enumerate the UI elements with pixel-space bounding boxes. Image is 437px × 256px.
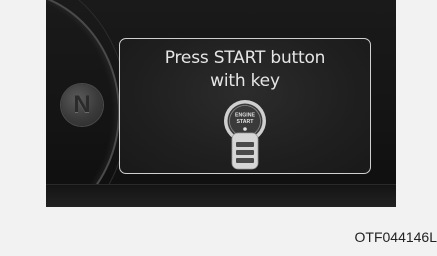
message-line-2: with key (210, 71, 280, 91)
engine-start-button-icon: ENGINE START (224, 100, 266, 170)
warning-message-panel: Press START button with key ENGINE START (119, 38, 371, 174)
gear-position-indicator: N (61, 84, 103, 126)
figure-code: OTF044146L (354, 229, 437, 245)
message-line-1: Press START button (164, 48, 326, 68)
smart-key-icon (231, 132, 259, 170)
engine-start-label-1: ENGINE (235, 113, 255, 119)
instrument-cluster-display: N Press START button with key ENGINE STA… (46, 0, 396, 207)
gear-letter: N (73, 91, 91, 118)
cluster-bottom-strip (46, 184, 396, 207)
engine-start-label-2: START (237, 119, 255, 125)
